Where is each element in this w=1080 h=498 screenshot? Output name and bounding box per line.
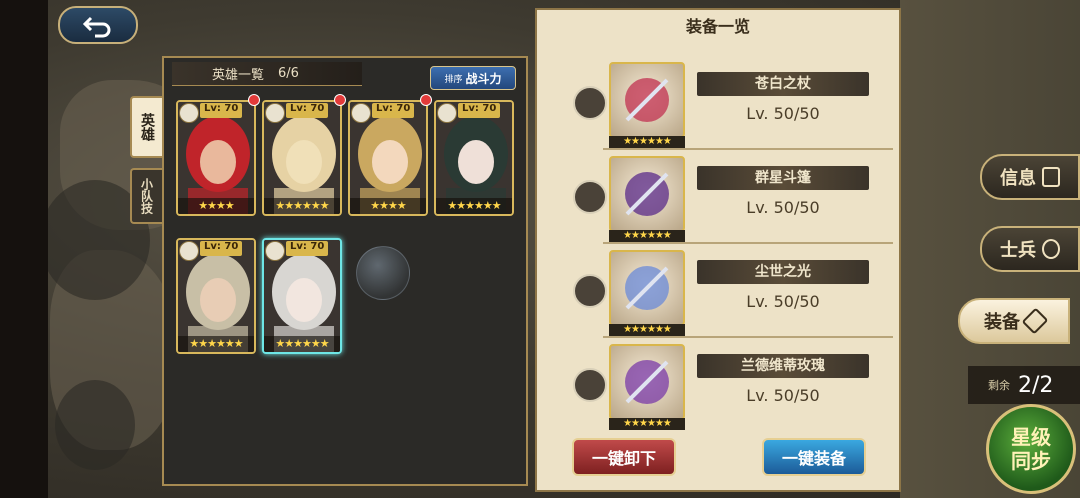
staff-class-icon xyxy=(265,241,285,261)
hero-level: Lv: 70 xyxy=(286,241,329,256)
menu-equipment-label: 装备 xyxy=(984,312,1020,333)
sort-button[interactable]: 排序 战斗力 xyxy=(430,66,516,90)
hero-list-title: 英雄一覧 xyxy=(212,68,265,83)
equipment-row[interactable]: ★★★★★★ 群星斗篷 Lv. 50/50 xyxy=(537,152,903,242)
mask-class-icon xyxy=(437,103,457,123)
tab-squad-skill[interactable]: 小队技 xyxy=(130,168,162,224)
crown-item-icon xyxy=(609,250,685,326)
back-button[interactable] xyxy=(58,6,138,44)
equipment-name: 尘世之光 xyxy=(697,260,869,284)
hero-level: Lv: 70 xyxy=(286,103,329,118)
sword-class-icon xyxy=(179,103,199,123)
wolf-class-icon xyxy=(265,103,285,123)
row-divider xyxy=(603,336,893,338)
document-icon xyxy=(1042,167,1060,187)
equipment-stars: ★★★★★★ xyxy=(609,418,685,430)
cloak-item-icon xyxy=(609,156,685,232)
star-sync-line2: 同步 xyxy=(1011,449,1051,473)
hero-stars: ★★★★★★ xyxy=(264,198,340,214)
shield-sword-icon xyxy=(1021,307,1049,335)
screen-edge xyxy=(0,0,48,498)
menu-info-label: 信息 xyxy=(1000,168,1036,189)
equipment-row[interactable]: ★★★★★★ 苍白之杖 Lv. 50/50 xyxy=(537,58,903,148)
menu-soldier[interactable]: 士兵 xyxy=(980,226,1080,272)
equipment-name: 兰德维蒂玫瑰 xyxy=(697,354,869,378)
notification-dot xyxy=(420,94,432,106)
unequip-all-button[interactable]: 一键卸下 xyxy=(572,438,676,476)
menu-info[interactable]: 信息 xyxy=(980,154,1080,200)
staff-class-icon xyxy=(351,103,371,123)
sword-slot-icon xyxy=(573,86,607,120)
armor-slot-icon xyxy=(573,180,607,214)
menu-soldier-label: 士兵 xyxy=(1000,240,1036,261)
equipment-name: 苍白之杖 xyxy=(697,72,869,96)
hero-card[interactable]: Lv: 70 ★★★★★★ xyxy=(262,238,342,354)
hero-level: Lv: 70 xyxy=(200,241,243,256)
equipment-list-title: 装备一览 xyxy=(685,17,750,36)
hero-list-title-bar: 英雄一覧 6/6 xyxy=(172,62,362,86)
equipment-name: 群星斗篷 xyxy=(697,166,869,190)
hero-card[interactable]: Lv: 70 ★★★★★★ xyxy=(176,238,256,354)
hero-stars: ★★★★★★ xyxy=(436,198,512,214)
hero-card[interactable]: Lv: 70 ★★★★ xyxy=(348,100,428,216)
tab-heroes[interactable]: 英雄 xyxy=(130,96,162,158)
remaining-label: 剩余 xyxy=(988,379,1010,392)
star-sync-line1: 星级 xyxy=(1011,425,1051,449)
sort-value: 战斗力 xyxy=(465,71,502,86)
back-arrow-icon xyxy=(82,16,111,38)
remaining-value: 2/2 xyxy=(1018,372,1054,398)
equipment-row[interactable]: ★★★★★★ 兰德维蒂玫瑰 Lv. 50/50 xyxy=(537,340,903,430)
staff-class-icon xyxy=(179,241,199,261)
hero-level: Lv: 70 xyxy=(200,103,243,118)
remaining-counter: 剩余 2/2 xyxy=(968,366,1080,404)
menu-equipment[interactable]: 装备 xyxy=(958,298,1070,344)
hero-level: Lv: 70 xyxy=(372,103,415,118)
equipment-stars: ★★★★★★ xyxy=(609,324,685,336)
staff-item-icon xyxy=(609,62,685,138)
hero-stars: ★★★★★★ xyxy=(264,336,340,352)
hero-card[interactable]: Lv: 70 ★★★★★★ xyxy=(262,100,342,216)
hero-stars: ★★★★ xyxy=(350,198,426,214)
rose-item-icon xyxy=(609,344,685,420)
hero-stars: ★★★★ xyxy=(178,198,254,214)
equipment-level: Lv. 50/50 xyxy=(746,198,820,217)
row-divider xyxy=(603,242,893,244)
star-sync-button[interactable]: 星级 同步 xyxy=(986,404,1076,494)
hero-card[interactable]: Lv: 70 ★★★★★★ xyxy=(434,100,514,216)
sort-label: 排序 xyxy=(444,74,463,85)
row-divider xyxy=(603,148,893,150)
soldier-icon xyxy=(1042,239,1060,259)
equipment-row[interactable]: ★★★★★★ 尘世之光 Lv. 50/50 xyxy=(537,246,903,336)
equipment-stars: ★★★★★★ xyxy=(609,230,685,242)
ring-slot-icon xyxy=(573,368,607,402)
map-sea xyxy=(55,380,135,470)
equip-all-button[interactable]: 一键装备 xyxy=(762,438,866,476)
hero-count: 6/6 xyxy=(278,66,299,81)
hero-stars: ★★★★★★ xyxy=(178,336,254,352)
equipment-level: Lv. 50/50 xyxy=(746,292,820,311)
light-orb xyxy=(356,246,410,300)
equipment-stars: ★★★★★★ xyxy=(609,136,685,148)
helm-slot-icon xyxy=(573,274,607,308)
notification-dot xyxy=(248,94,260,106)
hero-level: Lv: 70 xyxy=(458,103,501,118)
equipment-level: Lv. 50/50 xyxy=(746,386,820,405)
notification-dot xyxy=(334,94,346,106)
hero-card[interactable]: Lv: 70 ★★★★ xyxy=(176,100,256,216)
equipment-level: Lv. 50/50 xyxy=(746,104,820,123)
equipment-list-panel: 装备一览 ★★★★★★ 苍白之杖 Lv. 50/50 ★★★★★★ 群星斗篷 Lv. 50… xyxy=(535,8,901,492)
